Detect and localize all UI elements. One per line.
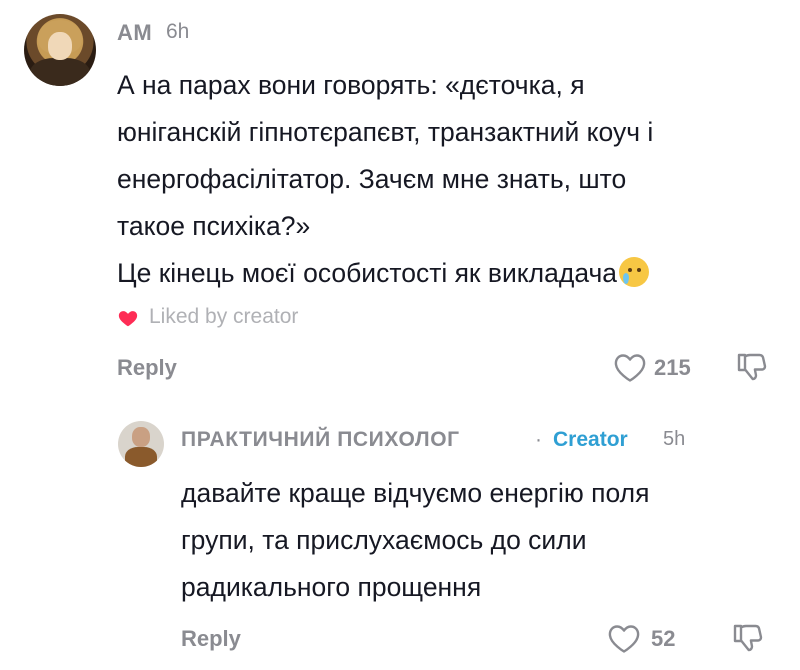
comment-line: А на парах вони говорять: «дєточка, я [117,70,585,100]
avatar-body [125,447,157,467]
avatar[interactable] [24,14,96,86]
reply-line: радикального прощення [181,572,482,602]
avatar-head [132,427,150,447]
like-count: 215 [654,355,691,380]
heart-filled-icon [118,311,138,327]
crying-face-emoji-icon [619,257,650,287]
comment-line: Це кінець моєї особистості як викладача [117,258,618,288]
reply-avatar[interactable] [118,421,164,467]
reply-button[interactable]: Reply [181,626,241,652]
comment-line: такое психіка?» [117,211,311,241]
avatar-face [48,32,72,60]
heart-outline-icon[interactable] [613,352,647,384]
like-count: 52 [651,626,676,651]
reply-timestamp: 5h [663,428,686,450]
creator-badge: Creator [553,428,628,451]
comment-username[interactable]: AM [117,20,152,46]
reply-text: давайте краще відчуємо енергію поля груп… [181,470,781,611]
comment-line: юніганскій гіпнотєрапєвт, транзактний ко… [117,117,654,147]
thumbs-down-icon[interactable] [734,350,768,384]
thumbs-down-icon[interactable] [730,621,764,655]
reply-username[interactable]: ПРАКТИЧНИЙ ПСИХОЛОГ [181,428,460,452]
comment-text: А на парах вони говорять: «дєточка, я юн… [117,62,777,297]
comment-timestamp: 6h [166,20,190,43]
reply-line: групи, та прислухаємось до сили [181,525,587,555]
reply-line: давайте краще відчуємо енергію поля [181,478,650,508]
reply-button[interactable]: Reply [117,355,177,381]
comment-line: енергофасілітатор. Зачєм мне знать, што [117,164,627,194]
heart-outline-icon[interactable] [607,623,641,655]
separator-dot: · [535,428,542,451]
liked-by-creator-label: Liked by creator [149,305,299,328]
comment-last-line: Це кінець моєї особистості як викладача [117,250,777,297]
avatar-coat [30,58,90,86]
